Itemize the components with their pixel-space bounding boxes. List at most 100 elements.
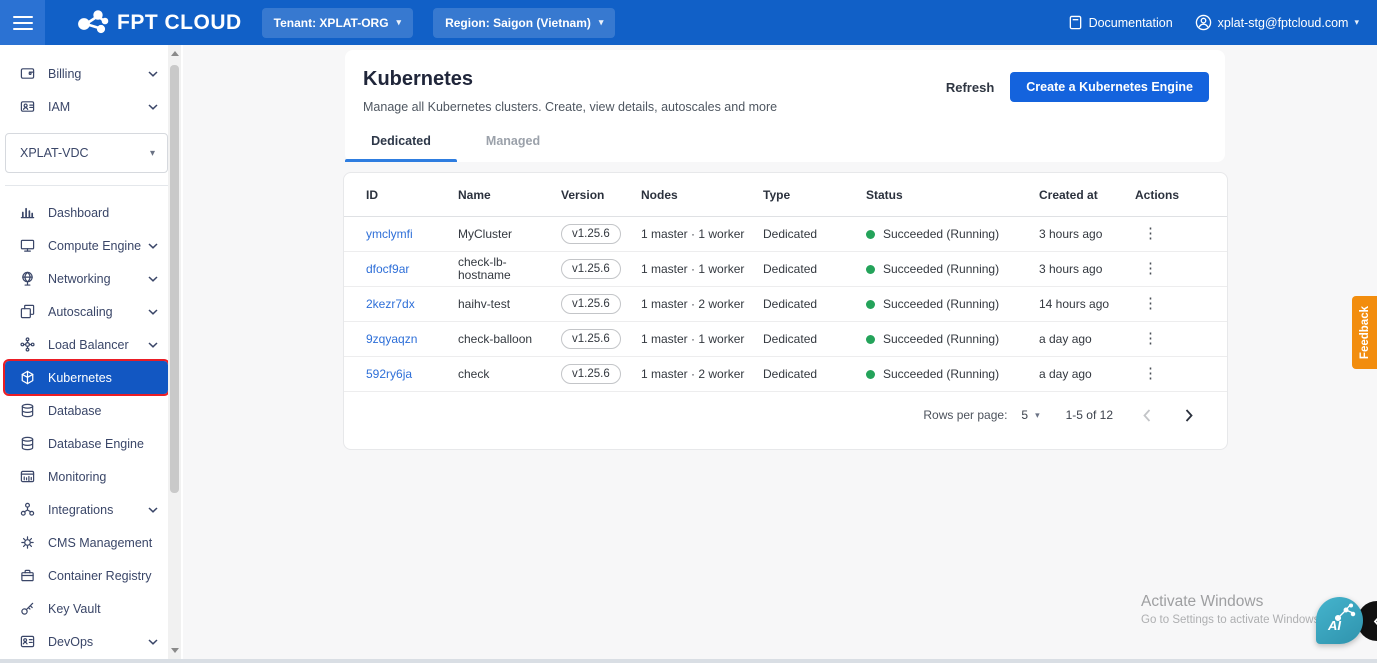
sidebar-item-label: Compute Engine (48, 238, 142, 253)
row-actions-kebab-button[interactable]: ⋮ (1135, 226, 1166, 241)
sidebar-item-autoscaling[interactable]: Autoscaling (5, 295, 168, 328)
sidebar-item-billing[interactable]: Billing (5, 57, 168, 90)
sidebar-item-label: IAM (48, 99, 71, 114)
sidebar: Billing IAM XPLAT-VDC ▾ Dashboard Compute … (0, 45, 183, 663)
account-menu[interactable]: xplat-stg@fptcloud.com ▾ (1195, 14, 1359, 31)
nodes-cell: 1 master · 1 worker (641, 227, 745, 241)
ai-assistant-button[interactable]: AI (1316, 597, 1363, 644)
status-cell: Succeeded (Running) (866, 227, 1039, 241)
rows-per-page-label: Rows per page: (923, 408, 1008, 422)
page-title: Kubernetes (363, 68, 474, 90)
chevron-down-icon (148, 341, 158, 348)
key-vault-icon (19, 601, 35, 617)
sidebar-scrollbar[interactable] (168, 45, 181, 659)
page-header-panel: Kubernetes Manage all Kubernetes cluster… (345, 50, 1225, 162)
region-selector[interactable]: Region: Saigon (Vietnam) ▾ (433, 7, 616, 38)
sidebar-item-integrations[interactable]: Integrations (5, 493, 168, 526)
feedback-tab[interactable]: Feedback (1352, 296, 1377, 369)
ai-molecule-icon (1334, 603, 1356, 622)
column-header-type: Type (763, 187, 791, 202)
sidebar-item-database-engine[interactable]: Database Engine (5, 427, 168, 460)
menu-button[interactable] (0, 0, 45, 45)
chevron-down-icon (148, 638, 158, 645)
sidebar-item-key-vault[interactable]: Key Vault (5, 592, 168, 625)
chevron-down-icon (148, 308, 158, 315)
sidebar-item-load-balancer[interactable]: Load Balancer (5, 328, 168, 361)
row-actions-kebab-button[interactable]: ⋮ (1135, 366, 1166, 381)
sidebar-item-label: Database Engine (48, 436, 144, 451)
sidebar-item-networking[interactable]: Networking (5, 262, 168, 295)
created-at-cell: 3 hours ago (1039, 227, 1103, 241)
nodes-cell: 1 master · 1 worker (641, 332, 745, 346)
type-cell: Dedicated (763, 227, 818, 241)
chevron-right-icon (1185, 408, 1193, 422)
autoscaling-icon (19, 304, 35, 320)
refresh-button[interactable]: Refresh (946, 80, 994, 95)
sidebar-item-label: Load Balancer (48, 337, 129, 352)
row-actions-kebab-button[interactable]: ⋮ (1135, 261, 1166, 276)
sidebar-item-iam[interactable]: IAM (5, 90, 168, 123)
vdc-selector[interactable]: XPLAT-VDC ▾ (5, 133, 168, 173)
created-at-cell: a day ago (1039, 367, 1092, 381)
status-dot-icon (866, 369, 875, 379)
column-header-created-at: Created at (1039, 187, 1098, 202)
clusters-table-card: ID Name Version Nodes Type Status Created at Ac… (343, 172, 1228, 450)
load-balancer-icon (19, 337, 35, 353)
rows-per-page-select[interactable]: 5 ▾ (1021, 408, 1039, 422)
column-header-version: Version (561, 187, 605, 202)
chevron-down-icon: ▾ (598, 17, 604, 27)
scroll-up-arrow[interactable] (171, 51, 179, 56)
sidebar-item-label: Billing (48, 66, 82, 81)
sidebar-item-dashboard[interactable]: Dashboard (5, 196, 168, 229)
sidebar-item-compute-engine[interactable]: Compute Engine (5, 229, 168, 262)
status-dot-icon (866, 299, 875, 309)
documentation-link[interactable]: Documentation (1068, 15, 1173, 30)
fpt-cloud-logo-icon (78, 9, 109, 33)
tab-dedicated[interactable]: Dedicated (345, 134, 457, 162)
documentation-icon (1069, 15, 1081, 30)
column-header-status: Status (866, 187, 903, 202)
scroll-down-arrow[interactable] (171, 648, 179, 653)
networking-icon (19, 271, 35, 287)
version-badge: v1.25.6 (561, 224, 621, 244)
cluster-id-link[interactable]: 9zqyaqzn (366, 332, 417, 346)
column-header-id: ID (366, 187, 378, 202)
type-cell: Dedicated (763, 262, 818, 276)
chevron-down-icon (148, 506, 158, 513)
scrollbar-thumb[interactable] (170, 65, 179, 493)
previous-page-button[interactable] (1139, 407, 1155, 424)
sidebar-item-label: CMS Management (48, 535, 153, 550)
sidebar-item-database[interactable]: Database (5, 394, 168, 427)
column-header-actions: Actions (1135, 187, 1180, 202)
created-at-cell: 14 hours ago (1039, 297, 1110, 311)
row-actions-kebab-button[interactable]: ⋮ (1135, 296, 1166, 311)
table-row: 592ry6ja check v1.25.6 1 master · 2 worker D… (344, 357, 1227, 392)
pagination: Rows per page: 5 ▾ 1-5 of 12 (344, 392, 1227, 438)
sidebar-item-label: DevOps (48, 634, 94, 649)
sidebar-item-devops[interactable]: DevOps (5, 625, 168, 658)
type-cell: Dedicated (763, 332, 818, 346)
cluster-id-link[interactable]: 2kezr7dx (366, 297, 415, 311)
sidebar-item-container-registry[interactable]: Container Registry (5, 559, 168, 592)
sidebar-item-label: Autoscaling (48, 304, 113, 319)
chevron-down-icon (148, 103, 158, 110)
cluster-id-link[interactable]: ymclymfi (366, 227, 413, 241)
status-cell: Succeeded (Running) (866, 367, 1039, 381)
sidebar-item-kubernetes[interactable]: Kubernetes (3, 359, 170, 396)
row-actions-kebab-button[interactable]: ⋮ (1135, 331, 1166, 346)
sidebar-item-label: Container Registry (48, 568, 152, 583)
tab-managed[interactable]: Managed (457, 134, 569, 162)
cluster-id-link[interactable]: dfocf9ar (366, 262, 409, 276)
container-registry-icon (19, 568, 35, 584)
database-icon (19, 403, 35, 419)
tenant-selector[interactable]: Tenant: XPLAT-ORG ▾ (261, 7, 414, 38)
next-page-button[interactable] (1181, 407, 1197, 424)
iam-icon (19, 99, 35, 115)
nodes-cell: 1 master · 2 worker (641, 367, 745, 381)
taskbar-edge (0, 659, 1377, 663)
sidebar-item-monitoring[interactable]: Monitoring (5, 460, 168, 493)
create-kubernetes-engine-button[interactable]: Create a Kubernetes Engine (1010, 72, 1209, 102)
cluster-id-link[interactable]: 592ry6ja (366, 367, 412, 381)
chevron-down-icon (148, 275, 158, 282)
sidebar-item-cms-management[interactable]: CMS Management (5, 526, 168, 559)
